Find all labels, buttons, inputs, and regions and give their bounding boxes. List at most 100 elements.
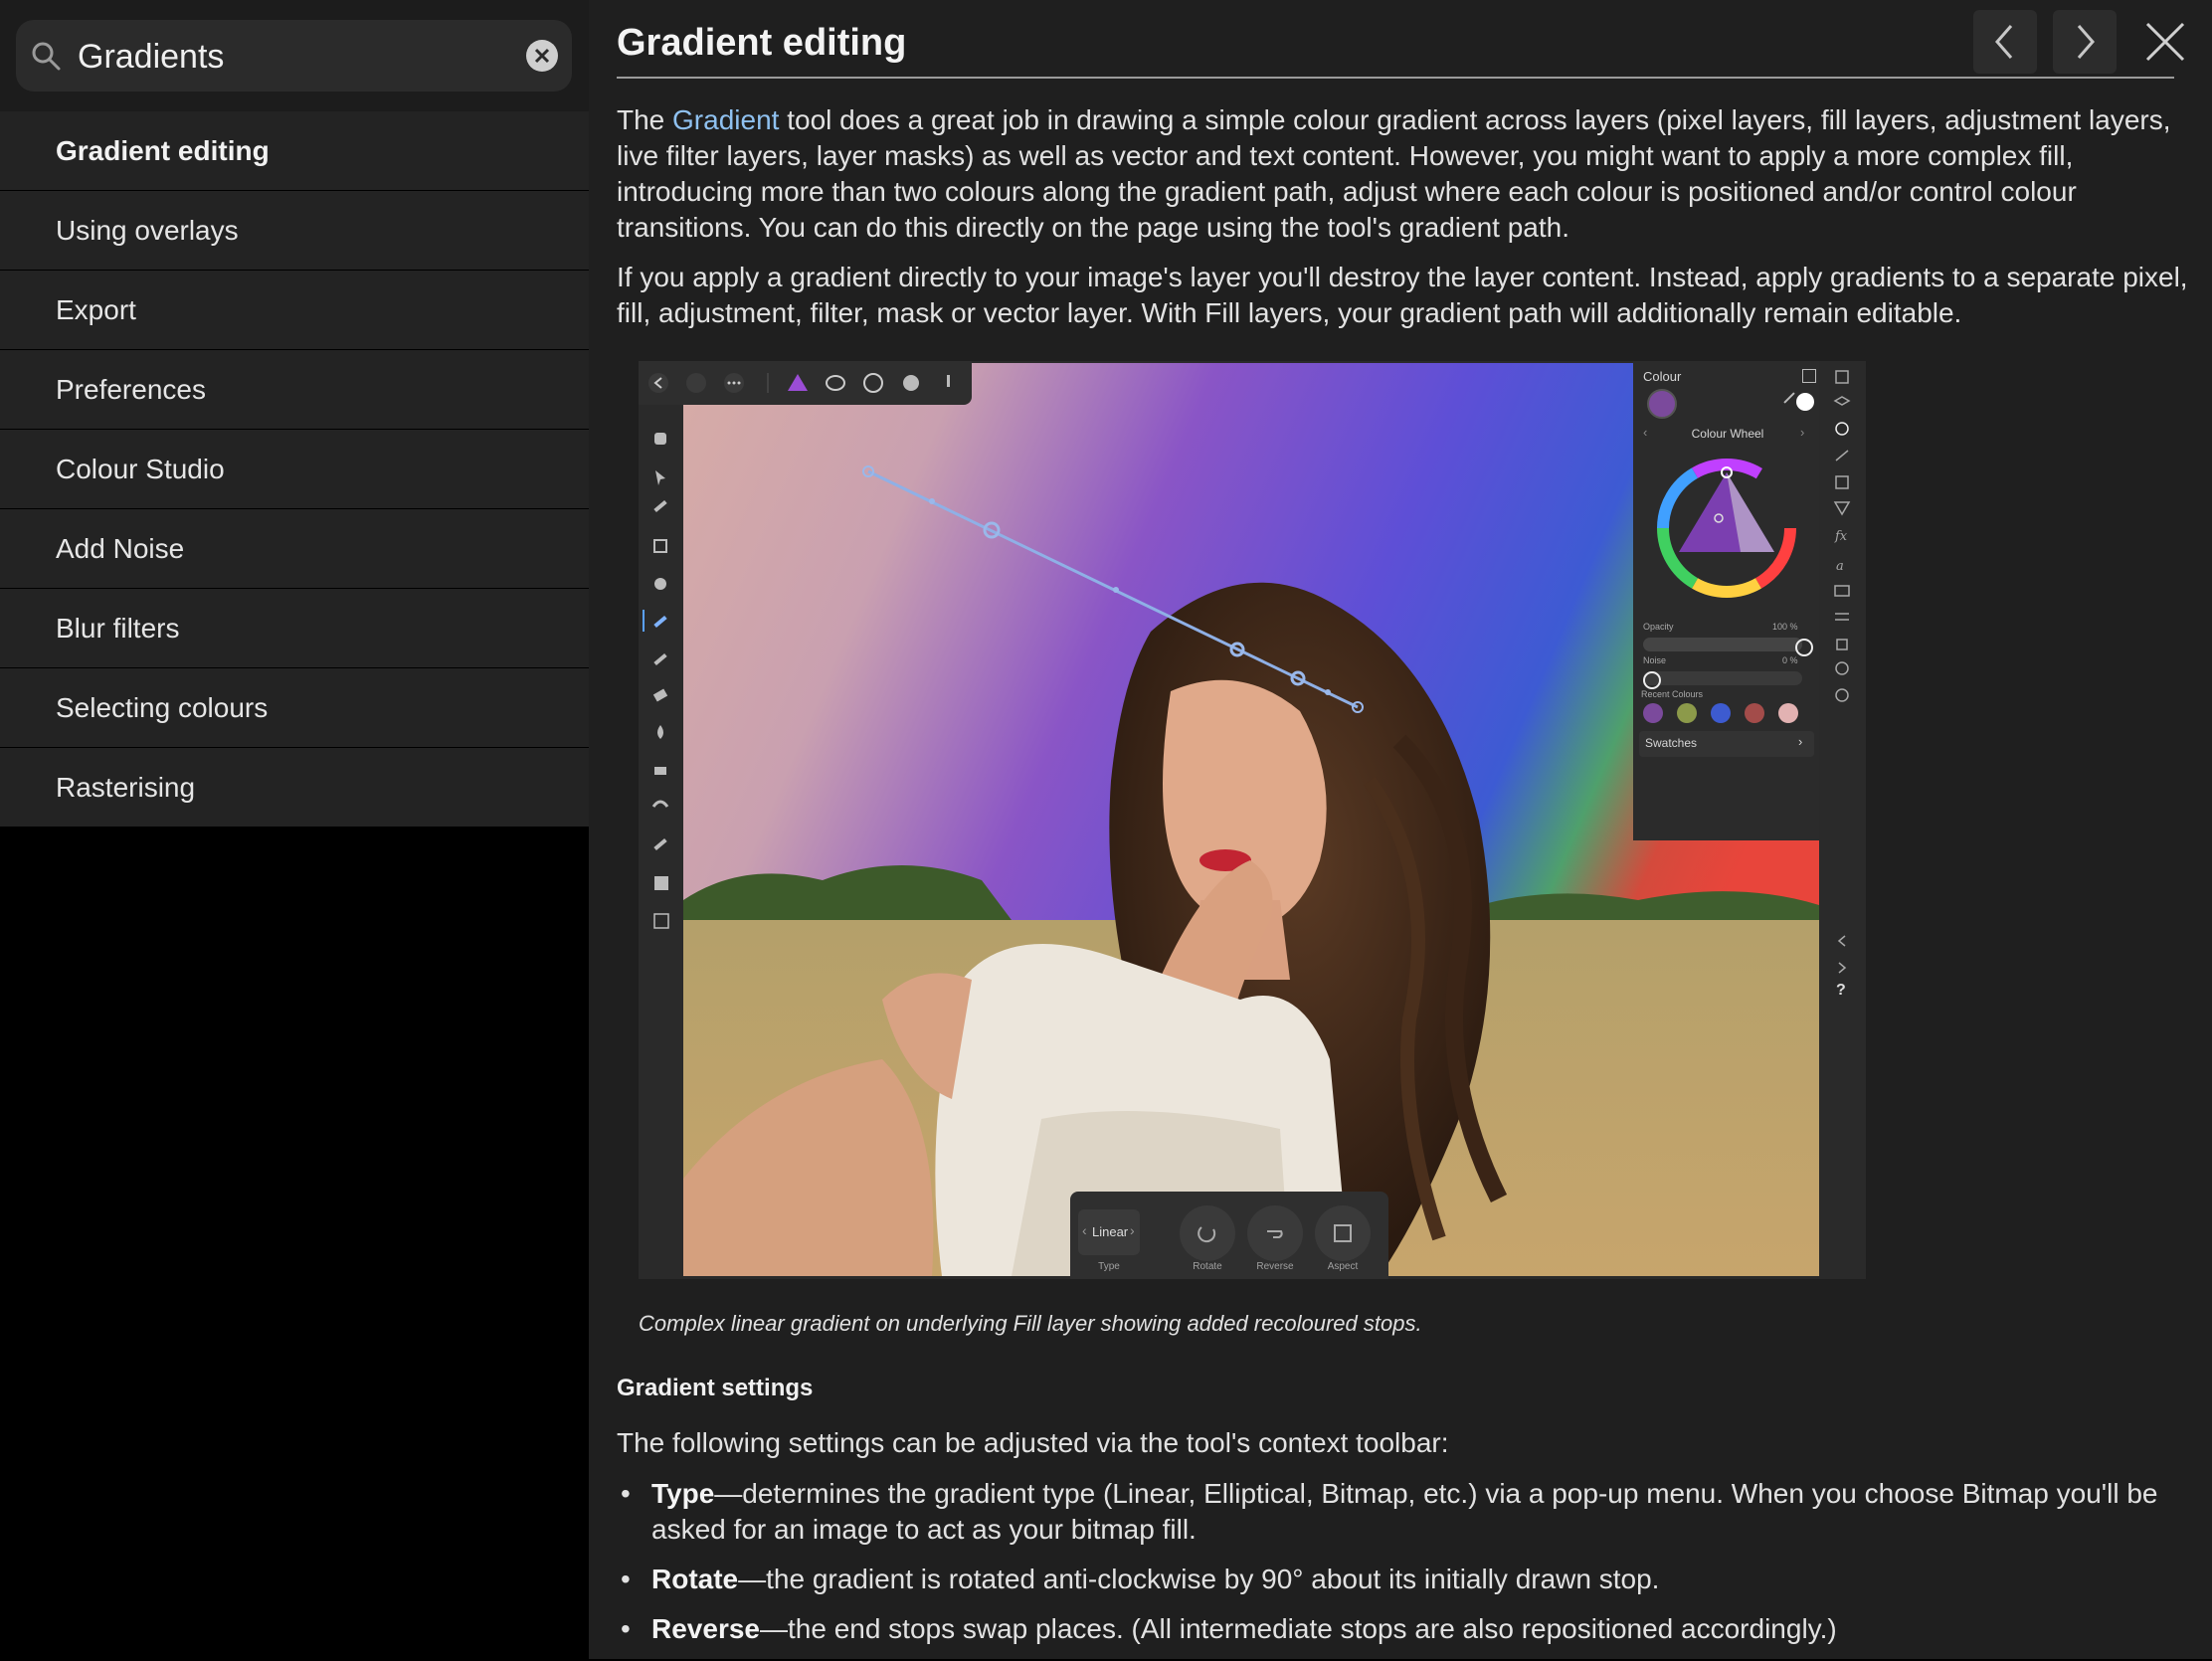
intro-text-start: The <box>617 104 673 135</box>
smudge-tool-icon <box>651 800 669 808</box>
tool-icons <box>643 433 669 929</box>
aspect-label: Aspect <box>1327 1261 1359 1272</box>
noise-value: 0 % <box>1782 655 1798 665</box>
close-help-button[interactable] <box>2133 10 2197 74</box>
rotate-button[interactable] <box>1180 1205 1235 1261</box>
recent-colour-swatch[interactable] <box>1677 703 1697 723</box>
result-item-add-noise[interactable]: Add Noise <box>0 509 589 588</box>
chevron-right-icon[interactable]: › <box>1800 425 1804 440</box>
opacity-value: 100 % <box>1772 622 1798 632</box>
layers-icon <box>1833 396 1851 406</box>
result-item-preferences[interactable]: Preferences <box>0 350 589 429</box>
help-article: Gradient editing The Gradient tool does … <box>589 0 2212 1659</box>
studio-icons: fx a <box>1833 370 1851 974</box>
clone-tool-icon <box>654 767 666 775</box>
next-page-button[interactable] <box>2053 10 2117 74</box>
recent-colour-swatch[interactable] <box>1711 703 1731 723</box>
rotate-label: Rotate <box>1193 1261 1222 1272</box>
recent-colour-swatch[interactable] <box>1778 703 1798 723</box>
search-field[interactable] <box>16 20 572 92</box>
result-item-rasterising[interactable]: Rasterising <box>0 748 589 827</box>
fill-tool-icon <box>654 578 666 590</box>
title-divider <box>617 77 2174 79</box>
history-icon <box>1835 661 1849 675</box>
noise-slider[interactable] <box>1643 671 1802 685</box>
reverse-label: Reverse <box>1256 1261 1294 1272</box>
search-results-list: Gradient editing Using overlays Export P… <box>0 111 589 828</box>
recent-colours-label: Recent Colours <box>1641 689 1704 699</box>
gradient-illustration: Colour ‹ Colour Wheel › Opacity 100 % No… <box>639 361 1866 1279</box>
dodge-tool-icon <box>657 725 663 739</box>
shape-tool-icon <box>654 876 668 890</box>
reverse-button[interactable] <box>1247 1205 1303 1261</box>
type-label: Type <box>1098 1261 1120 1272</box>
intro-text-end: tool does a great job in drawing a simpl… <box>617 104 2171 243</box>
colour-picker-icon <box>653 499 667 513</box>
secondary-colour-swatch[interactable] <box>1796 393 1814 411</box>
clear-search-button[interactable] <box>526 40 558 72</box>
setting-description: —the end stops swap places. (All interme… <box>759 1613 1837 1644</box>
toolbar-icons <box>648 373 950 393</box>
setting-description: —determines the gradient type (Linear, E… <box>651 1478 2158 1545</box>
chevron-right-icon: › <box>1130 1222 1135 1238</box>
colour-studio-panel: Colour ‹ Colour Wheel › Opacity 100 % No… <box>1633 361 1819 840</box>
setting-term: Rotate <box>651 1564 739 1594</box>
reverse-icon <box>1267 1230 1283 1238</box>
adjustments-icon <box>1835 475 1849 489</box>
liquify-persona-icon <box>863 373 883 393</box>
setting-description: —the gradient is rotated anti-clockwise … <box>738 1564 1660 1594</box>
expand-icon[interactable] <box>1802 369 1816 383</box>
previous-page-button[interactable] <box>1973 10 2037 74</box>
aspect-icon <box>1334 1224 1352 1242</box>
colour-mode-label[interactable]: Colour Wheel <box>1673 427 1782 441</box>
app-top-toolbar <box>639 361 972 405</box>
brush-tool-icon <box>653 652 667 666</box>
recent-colour-swatch[interactable] <box>1643 703 1663 723</box>
export-persona-icon <box>947 375 950 387</box>
search-input[interactable] <box>76 30 517 84</box>
move-tool-icon <box>655 470 665 485</box>
text-tool-icon <box>653 913 669 929</box>
setting-item-reverse: Reverse—the end stops swap places. (All … <box>617 1611 2188 1647</box>
primary-colour-swatch[interactable] <box>1647 389 1677 419</box>
document-icon <box>686 373 706 393</box>
page-title: Gradient editing <box>617 22 907 64</box>
gradient-tool-link[interactable]: Gradient <box>672 104 779 135</box>
hand-tool-icon <box>654 433 666 445</box>
type-value: Linear <box>1092 1224 1129 1239</box>
opacity-slider-handle[interactable] <box>1795 639 1813 656</box>
transform-icon <box>1836 639 1848 650</box>
intro-paragraph: The Gradient tool does a great job in dr… <box>617 102 2188 246</box>
chevron-left-icon[interactable]: ‹ <box>1643 425 1647 440</box>
result-item-export[interactable]: Export <box>0 271 589 349</box>
aspect-button[interactable] <box>1315 1205 1371 1261</box>
setting-item-type: Type—determines the gradient type (Linea… <box>617 1476 2188 1548</box>
pen-tool-icon <box>653 837 667 851</box>
photo-persona-icon <box>788 374 808 391</box>
filters-icon <box>1833 501 1851 516</box>
search-bar <box>0 0 589 112</box>
type-selector[interactable]: ‹ Linear › <box>1078 1209 1140 1255</box>
result-item-blur-filters[interactable]: Blur filters <box>0 589 589 667</box>
tools-panel <box>639 361 683 1279</box>
result-item-using-overlays[interactable]: Using overlays <box>0 191 589 270</box>
setting-item-rotate: Rotate—the gradient is rotated anti-cloc… <box>617 1562 2188 1597</box>
selection-persona-icon <box>826 375 845 391</box>
swatches-row[interactable]: Swatches › <box>1639 731 1814 757</box>
colour-wheel[interactable] <box>1651 453 1802 604</box>
chevron-right-icon <box>2077 25 2095 59</box>
help-icon[interactable]: ? <box>1836 982 1846 1000</box>
opacity-slider[interactable] <box>1643 638 1802 651</box>
eraser-tool-icon <box>652 688 668 702</box>
chevron-left-icon <box>1995 25 2013 59</box>
result-item-selecting-colours[interactable]: Selecting colours <box>0 668 589 747</box>
result-item-colour-studio[interactable]: Colour Studio <box>0 430 589 508</box>
picker-icon[interactable] <box>1783 392 1795 404</box>
sidebar: Gradient editing Using overlays Export P… <box>0 0 589 1659</box>
result-item-gradient-editing[interactable]: Gradient editing <box>0 111 589 190</box>
chevron-right-icon <box>1838 962 1847 974</box>
recent-colour-swatch[interactable] <box>1745 703 1764 723</box>
noise-label: Noise <box>1643 655 1667 665</box>
noise-slider-handle[interactable] <box>1643 671 1661 689</box>
colour-panel-title: Colour <box>1643 369 1682 384</box>
